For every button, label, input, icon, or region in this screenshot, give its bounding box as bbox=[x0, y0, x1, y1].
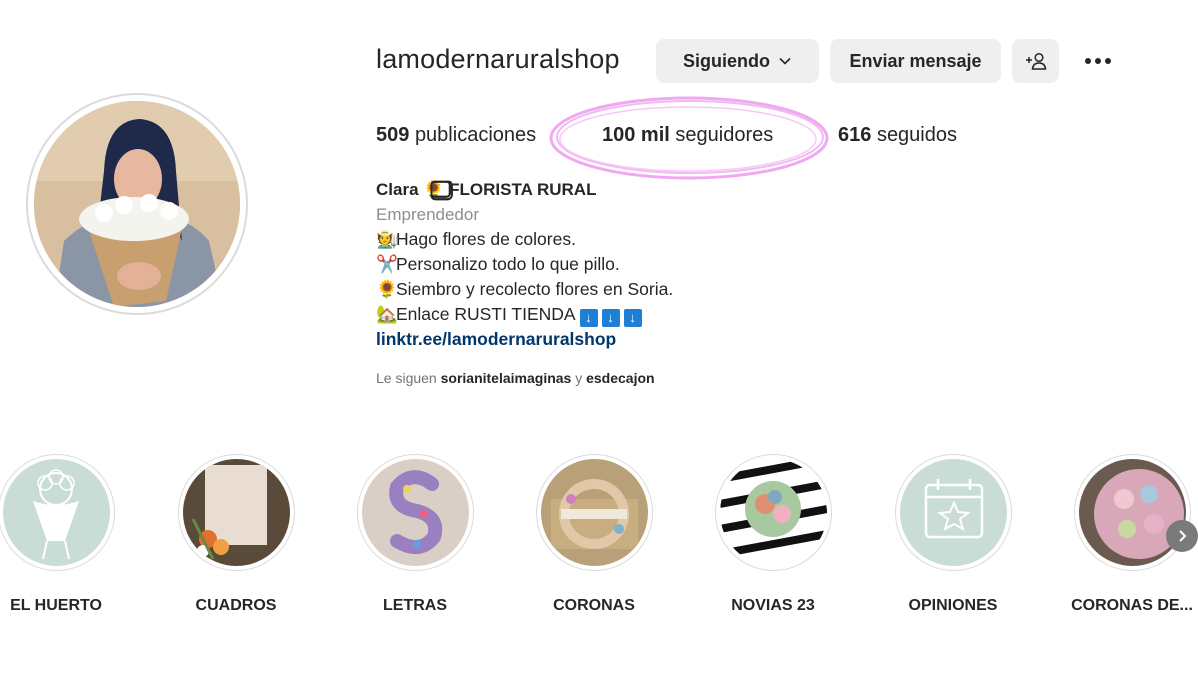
highlight-label: OPINIONES bbox=[908, 597, 998, 614]
farmer-emoji-icon: 🧑‍🌾 bbox=[376, 229, 398, 249]
down-arrow-icon: ↓ bbox=[601, 309, 620, 327]
avatar-photo bbox=[34, 101, 240, 307]
followers-label: seguidores bbox=[675, 124, 774, 146]
highlight-el-huerto[interactable]: EL HUERTO bbox=[0, 454, 146, 615]
highlight-cover bbox=[899, 459, 1007, 566]
profile-avatar-ring[interactable] bbox=[26, 93, 248, 315]
bio-line: 🌻Siembro y recolecto flores en Soria. bbox=[376, 277, 673, 302]
bio-line: 🧑‍🌾Hago flores de colores. bbox=[376, 227, 673, 252]
bio-name: Clara 🌻⃣ FLORISTA RURAL bbox=[376, 180, 597, 199]
frame-photo bbox=[182, 459, 290, 566]
following-count[interactable]: 616 seguidos bbox=[838, 124, 957, 147]
chevron-down-icon bbox=[779, 57, 791, 65]
following-value: 616 bbox=[838, 124, 872, 146]
highlight-cover bbox=[540, 459, 648, 566]
bio-link[interactable]: linktr.ee/lamodernaruralshop bbox=[376, 327, 673, 352]
highlight-cover bbox=[361, 459, 469, 566]
highlight-opiniones[interactable]: OPINIONES bbox=[863, 454, 1043, 615]
followed-by: Le siguen sorianitelaimaginas y esdecajo… bbox=[376, 370, 655, 386]
highlight-cover bbox=[182, 459, 290, 566]
send-message-button[interactable]: Enviar mensaje bbox=[830, 39, 1001, 83]
more-options-icon[interactable] bbox=[1080, 48, 1116, 74]
sunflower-emoji-icon: 🌻 bbox=[376, 279, 398, 299]
suggest-accounts-button[interactable] bbox=[1012, 39, 1059, 83]
highlight-cover bbox=[1078, 459, 1186, 566]
highlight-cover bbox=[719, 459, 827, 566]
send-message-label: Enviar mensaje bbox=[849, 50, 982, 71]
bio-line: 🏡Enlace RUSTI TIENDA ↓ ↓ ↓ bbox=[376, 302, 673, 327]
posts-value: 509 bbox=[376, 124, 410, 146]
calendar-star-icon bbox=[899, 459, 1007, 566]
bio-category: Emprendedor bbox=[376, 205, 480, 224]
highlight-novias-23[interactable]: NOVIAS 23 bbox=[683, 454, 863, 615]
following-label: seguidos bbox=[876, 124, 957, 146]
down-arrow-icon: ↓ bbox=[623, 309, 642, 327]
following-button-label: Siguiendo bbox=[683, 50, 770, 71]
followers-value: 100 mil bbox=[602, 124, 670, 146]
follower-link[interactable]: esdecajon bbox=[586, 370, 654, 386]
follower-link[interactable]: sorianitelaimaginas bbox=[441, 370, 572, 386]
highlight-cover bbox=[2, 459, 110, 566]
profile-bio: Clara 🌻⃣ FLORISTA RURAL Emprendedor 🧑‍🌾H… bbox=[376, 178, 673, 352]
flower-crown-photo bbox=[1078, 459, 1186, 566]
wreath-photo bbox=[540, 459, 648, 566]
house-emoji-icon: 🏡 bbox=[376, 304, 398, 324]
bouquet-icon bbox=[2, 459, 110, 566]
add-person-icon bbox=[1025, 52, 1046, 70]
following-button[interactable]: Siguiendo bbox=[656, 39, 819, 83]
posts-count: 509 publicaciones bbox=[376, 124, 536, 147]
letter-photo bbox=[361, 459, 469, 566]
highlight-letras[interactable]: LETRAS bbox=[325, 454, 505, 615]
highlight-label: LETRAS bbox=[383, 597, 447, 614]
highlight-label: CUADROS bbox=[195, 597, 277, 614]
highlight-coronas[interactable]: CORONAS bbox=[504, 454, 684, 615]
posts-label: publicaciones bbox=[414, 124, 537, 146]
profile-avatar bbox=[34, 101, 240, 307]
highlights-next-button[interactable] bbox=[1166, 520, 1198, 552]
highlight-label: NOVIAS 23 bbox=[731, 597, 815, 614]
bridal-bouquet-photo bbox=[719, 459, 827, 566]
scissors-emoji-icon: ✂️ bbox=[376, 254, 398, 274]
bio-line: ✂️Personalizo todo lo que pillo. bbox=[376, 252, 673, 277]
chevron-right-icon bbox=[1179, 530, 1187, 542]
profile-username: lamodernaruralshop bbox=[376, 44, 620, 74]
highlight-label: CORONAS DE... bbox=[1071, 597, 1193, 614]
highlight-cuadros[interactable]: CUADROS bbox=[146, 454, 326, 615]
highlight-label: CORONAS bbox=[553, 597, 635, 614]
down-arrow-icon: ↓ bbox=[579, 309, 598, 327]
followers-count[interactable]: 100 mil seguidores bbox=[602, 124, 773, 147]
highlight-label: EL HUERTO bbox=[10, 597, 102, 614]
